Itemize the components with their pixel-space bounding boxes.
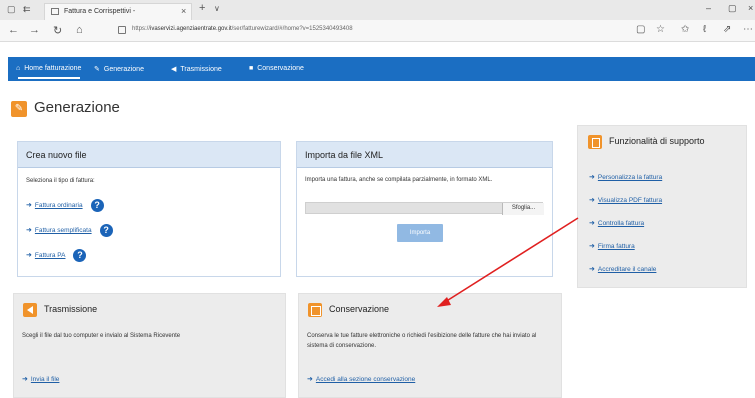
back-button[interactable]: ← — [8, 24, 19, 36]
list-item: ➜ Invia il file — [22, 375, 59, 383]
reading-view-icon[interactable]: ▢ — [636, 24, 645, 35]
help-icon[interactable]: ? — [90, 199, 104, 212]
new-tab-button[interactable]: + — [199, 2, 205, 14]
nav-generazione[interactable]: ✎ Generazione — [94, 65, 144, 73]
list-item: ➜ Accedi alla sezione conservazione — [307, 375, 415, 383]
share-icon[interactable]: ⇗ — [723, 24, 731, 35]
pencil-icon: ✎ — [94, 66, 100, 73]
nav-home-fatturazione[interactable]: ⌂ Home fatturazione — [16, 65, 81, 72]
nav-conservazione[interactable]: ■ Conservazione — [249, 65, 304, 72]
list-item: ➜ Visualizza PDF fattura — [589, 189, 662, 212]
favorites-hub-icon[interactable]: ✩ — [681, 24, 689, 35]
import-button[interactable]: Importa — [397, 224, 443, 242]
forward-button[interactable]: → — [29, 24, 40, 36]
favorite-star-icon[interactable]: ☆ — [656, 24, 665, 35]
import-description: Importa una fattura, anche se compilata … — [305, 177, 493, 183]
importa-xml-panel: Importa da file XML Importa una fattura,… — [296, 141, 553, 277]
fattura-type-prompt: Seleziona il tipo di fattura: — [26, 178, 95, 184]
lock-icon — [118, 26, 126, 34]
panel-description: Scegli il file dal tuo computer e invial… — [22, 333, 181, 339]
link-invia-file[interactable]: Invia il file — [31, 376, 60, 383]
support-links: ➜ Personalizza la fattura ➜ Visualizza PDF… — [589, 166, 662, 281]
send-icon: ◀ — [171, 66, 177, 73]
browse-button[interactable]: Sfoglia... — [502, 203, 544, 215]
arrow-right-icon: ➜ — [22, 376, 28, 383]
active-nav-indicator — [18, 77, 80, 79]
panel-title: Trasmissione — [44, 304, 98, 314]
list-item: ➜ Fattura ordinaria? — [26, 199, 272, 212]
arrow-right-icon: ➜ — [589, 220, 595, 227]
tab-aside-icon[interactable]: ⇇ — [23, 4, 31, 15]
tab-list-button[interactable]: ∨ — [214, 4, 220, 13]
crea-nuovo-file-panel: Crea nuovo file Seleziona il tipo di fat… — [17, 141, 281, 277]
arrow-right-icon: ➜ — [589, 174, 595, 181]
window-menu-icon[interactable]: ▢ — [7, 4, 16, 15]
panel-description: Conserva le tue fatture elettroniche o r… — [307, 333, 537, 349]
list-item: ➜ Firma fattura — [589, 235, 662, 258]
help-icon[interactable]: ? — [73, 249, 87, 262]
list-item: ➜ Personalizza la fattura — [589, 166, 662, 189]
site-navigation: ⌂ Home fatturazione ✎ Generazione ◀ Trasmis… — [0, 57, 755, 87]
archive-icon: ■ — [249, 65, 254, 72]
link-fattura-ordinaria[interactable]: Fattura ordinaria — [35, 202, 83, 209]
list-item: ➜ Accreditare il canale — [589, 258, 662, 281]
nav-trasmissione[interactable]: ◀ Trasmissione — [171, 65, 222, 73]
arrow-right-icon: ➜ — [589, 266, 595, 273]
more-menu-icon[interactable]: ⋯ — [743, 24, 753, 35]
home-button[interactable]: ⌂ — [76, 24, 83, 36]
panel-body: Seleziona il tipo di fattura: ➜ Fattura o… — [26, 176, 272, 262]
panel-title: Crea nuovo file — [26, 150, 87, 160]
link-personalizza-fattura[interactable]: Personalizza la fattura — [598, 174, 662, 181]
arrow-right-icon: ➜ — [26, 252, 32, 260]
panel-header: Crea nuovo file — [18, 142, 280, 168]
url-text: https://ivaservizi.agenziaentrate.gov.it… — [132, 26, 353, 32]
link-visualizza-pdf[interactable]: Visualizza PDF fattura — [598, 197, 662, 204]
tab-title: Fattura e Corrispettivi - — [64, 8, 136, 15]
panel-header: Importa da file XML — [297, 142, 552, 168]
supporto-panel: Funzionalità di supporto ➜ Personalizza l… — [577, 125, 747, 288]
archive-icon — [308, 303, 322, 317]
arrow-right-icon: ➜ — [589, 197, 595, 204]
list-item: ➜ Controlla fattura — [589, 212, 662, 235]
home-icon: ⌂ — [16, 65, 21, 72]
arrow-right-icon: ➜ — [26, 227, 32, 235]
browser-tab[interactable]: Fattura e Corrispettivi - × — [44, 3, 192, 20]
link-fattura-semplificata[interactable]: Fattura semplificata — [35, 227, 92, 234]
page-title: Generazione — [34, 99, 120, 116]
link-fattura-pa[interactable]: Fattura PA — [35, 252, 66, 259]
link-controlla-fattura[interactable]: Controlla fattura — [598, 220, 644, 227]
close-window-button[interactable]: × — [748, 3, 753, 13]
page-icon — [51, 8, 59, 15]
browser-navbar: ← → ↻ ⌂ https://ivaservizi.agenziaentrat… — [0, 20, 755, 42]
list-item: ➜ Fattura PA? — [26, 249, 272, 262]
file-input[interactable]: Sfoglia... — [305, 202, 544, 215]
link-accedi-conservazione[interactable]: Accedi alla sezione conservazione — [316, 376, 415, 383]
minimize-button[interactable]: – — [706, 3, 711, 13]
address-bar[interactable]: https://ivaservizi.agenziaentrate.gov.it… — [114, 23, 624, 38]
browser-tabbar: ▢ ⇇ Fattura e Corrispettivi - × + ∨ – ▢ … — [0, 0, 755, 20]
help-icon[interactable]: ? — [99, 224, 113, 237]
pencil-icon: ✎ — [11, 101, 27, 117]
conservazione-panel: Conservazione Conserva le tue fatture el… — [298, 293, 562, 398]
link-firma-fattura[interactable]: Firma fattura — [598, 243, 635, 250]
trasmissione-panel: Trasmissione Scegli il file dal tuo comp… — [13, 293, 286, 398]
document-icon — [588, 135, 602, 149]
close-tab-icon[interactable]: × — [181, 6, 186, 16]
link-accreditare-canale[interactable]: Accreditare il canale — [598, 266, 657, 273]
maximize-button[interactable]: ▢ — [728, 3, 737, 14]
panel-title: Conservazione — [329, 304, 390, 314]
web-note-icon[interactable]: ℓ — [703, 24, 706, 35]
send-icon — [23, 303, 37, 317]
arrow-right-icon: ➜ — [26, 202, 32, 210]
arrow-right-icon: ➜ — [589, 243, 595, 250]
list-item: ➜ Fattura semplificata? — [26, 224, 272, 237]
arrow-right-icon: ➜ — [307, 376, 313, 383]
reload-button[interactable]: ↻ — [53, 24, 62, 37]
panel-title: Funzionalità di supporto — [609, 136, 705, 146]
panel-title: Importa da file XML — [305, 150, 384, 160]
